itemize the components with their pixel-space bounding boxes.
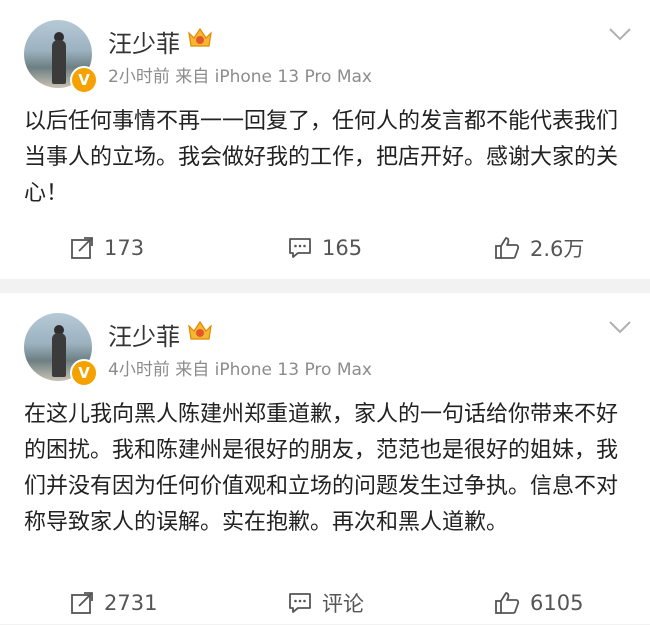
post-meta: 4小时前 来自 iPhone 13 Pro Max	[108, 360, 372, 380]
weibo-post: V 汪少菲 2小时前 来自 iPhone 13 Pro Max 以后任何事情不再…	[0, 0, 650, 279]
author-name[interactable]: 汪少菲	[108, 317, 180, 352]
repost-button[interactable]: 173	[70, 226, 144, 270]
chevron-down-icon[interactable]	[608, 319, 632, 335]
verified-v-icon: V	[70, 66, 98, 94]
crown-member-icon	[188, 320, 212, 340]
comment-icon	[289, 238, 311, 258]
comment-button[interactable]: 评论	[288, 581, 364, 625]
author-name[interactable]: 汪少菲	[108, 24, 180, 59]
comment-count: 评论	[322, 592, 364, 616]
repost-button[interactable]: 2731	[70, 581, 157, 625]
avatar-figure-body	[52, 40, 66, 84]
avatar-figure-body	[52, 333, 66, 377]
like-count: 6105	[530, 591, 584, 615]
action-bar: 2731 评论 6105	[0, 581, 650, 625]
repost-count: 2731	[104, 591, 158, 615]
like-button[interactable]: 2.6万	[494, 226, 584, 270]
like-button[interactable]: 6105	[494, 581, 583, 625]
action-bar: 173 165 2.6万	[0, 226, 650, 270]
repost-icon	[71, 592, 93, 614]
post-meta: 2小时前 来自 iPhone 13 Pro Max	[108, 67, 372, 87]
crown-member-icon	[188, 27, 212, 47]
comment-icon	[289, 593, 311, 613]
like-icon	[495, 592, 520, 614]
repost-count: 173	[104, 236, 145, 260]
post-content: 以后任何事情不再一一回复了，任何人的发言都不能代表我们当事人的立场。我会做好我的…	[24, 109, 619, 206]
weibo-post: V 汪少菲 4小时前 来自 iPhone 13 Pro Max 在这儿我向黑人陈…	[0, 293, 650, 624]
post-content: 在这儿我向黑人陈建州郑重道歉，家人的一句话给你带来不好的困扰。我和陈建州是很好的…	[24, 402, 619, 535]
verified-v-icon: V	[70, 359, 98, 387]
comment-button[interactable]: 165	[288, 226, 362, 270]
like-count: 2.6万	[530, 237, 585, 261]
repost-icon	[71, 237, 93, 259]
like-icon	[495, 237, 520, 259]
comment-count: 165	[322, 236, 363, 260]
chevron-down-icon[interactable]	[608, 26, 632, 42]
